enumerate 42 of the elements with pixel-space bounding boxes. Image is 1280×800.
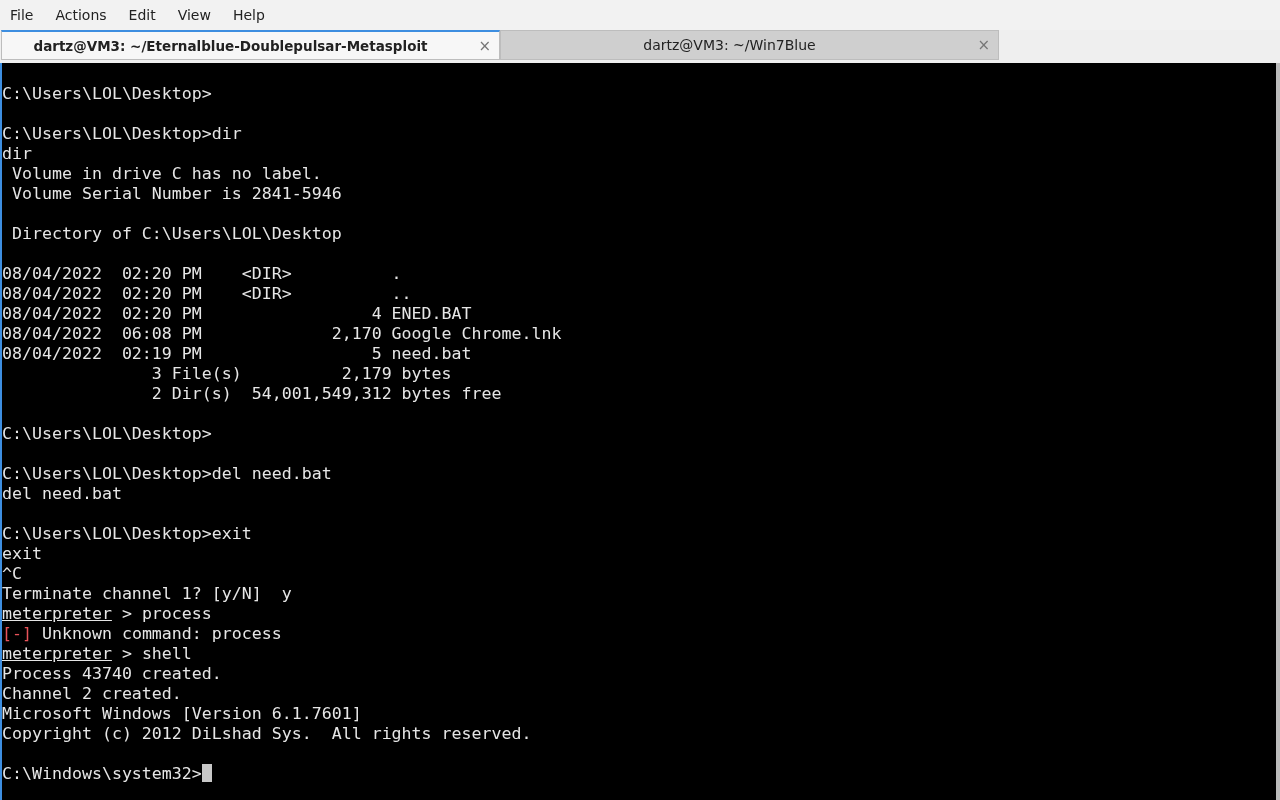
text-cursor (201, 764, 212, 782)
terminal-line: Process 43740 created. (2, 664, 222, 683)
meterpreter-prompt: meterpreter (2, 604, 112, 623)
terminal-line: Copyright (c) 2012 DiLshad Sys. All rights reserved. (2, 724, 532, 743)
terminal-line: > process (120, 604, 212, 623)
terminal-line: 08/04/2022 06:08 PM 2,170 Google Chrome.lnk (2, 324, 562, 343)
terminal-line: C:\Users\LOL\Desktop> (2, 424, 212, 443)
terminal-line: 08/04/2022 02:19 PM 5 need.bat (2, 344, 472, 363)
terminal-line: Volume in drive C has no label. (11, 164, 322, 183)
terminal-line: Terminate channel 1? [y/N] y (2, 584, 292, 603)
menu-item[interactable]: View (177, 7, 211, 23)
terminal-line: Directory of C:\Users\LOL\Desktop (11, 224, 342, 243)
terminal-tab[interactable]: dartz@VM3: ~/Eternalblue-Doublepulsar-Metasploit × (1, 30, 500, 60)
terminal-line: exit (2, 544, 42, 563)
terminal-line: del need.bat (2, 484, 122, 503)
terminal-line: C:\Users\LOL\Desktop>del need.bat (2, 464, 332, 483)
command-prompt: C:\Windows\system32> (2, 764, 202, 783)
tab-title: dartz@VM3: ~/Win7Blue (643, 37, 816, 53)
terminal-line: Unknown command: process (40, 624, 282, 643)
terminal-line: Channel 2 created. (2, 684, 182, 703)
terminal-line: C:\Users\LOL\Desktop> (2, 84, 212, 103)
terminal-line: > shell (120, 644, 192, 663)
close-icon[interactable]: × (478, 37, 491, 55)
terminal-tab[interactable]: dartz@VM3: ~/Win7Blue × (500, 30, 999, 60)
menu-item[interactable]: File (10, 7, 34, 23)
menu-item[interactable]: Help (232, 7, 265, 23)
terminal-line: C:\Users\LOL\Desktop>exit (2, 524, 252, 543)
terminal-line: Microsoft Windows [Version 6.1.7601] (2, 704, 362, 723)
menu-item[interactable]: Actions (55, 7, 107, 23)
terminal-line: 3 File(s) 2,179 bytes (150, 364, 452, 383)
terminal-line: 08/04/2022 02:20 PM <DIR> .. (2, 284, 412, 303)
error-marker: [-] (2, 624, 32, 643)
meterpreter-prompt: meterpreter (2, 644, 112, 663)
terminal-line: ^C (2, 564, 22, 583)
terminal-line: 08/04/2022 02:20 PM 4 ENED.BAT (2, 304, 472, 323)
terminal-line: dir (2, 144, 32, 163)
menu-item[interactable]: Edit (128, 7, 156, 23)
tab-title: dartz@VM3: ~/Eternalblue-Doublepulsar-Metasploit (33, 37, 428, 54)
terminal-line: C:\Users\LOL\Desktop>dir (2, 124, 242, 143)
terminal-line: 2 Dir(s) 54,001,549,312 bytes free (150, 384, 502, 403)
terminal-line: Volume Serial Number is 2841-5946 (11, 184, 342, 203)
terminal-line: 08/04/2022 02:20 PM <DIR> . (2, 264, 402, 283)
